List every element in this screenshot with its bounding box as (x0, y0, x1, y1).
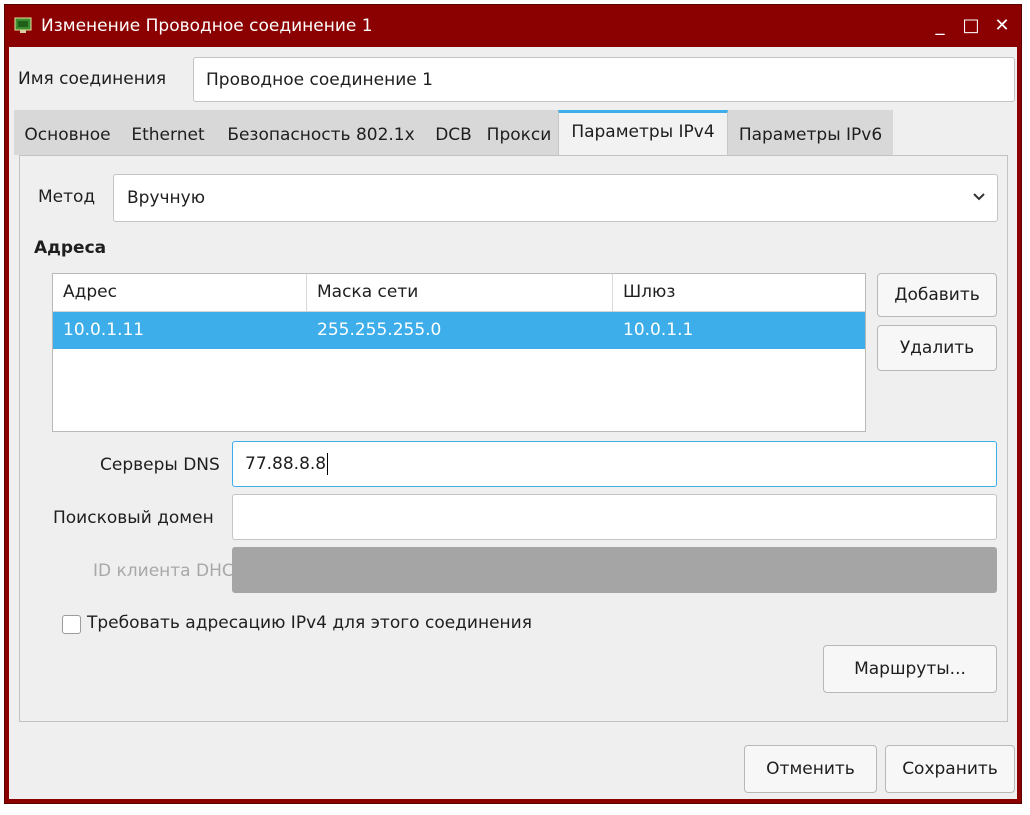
delete-address-button[interactable]: Удалить (877, 325, 997, 371)
method-select[interactable]: Вручную (113, 174, 998, 222)
window-title: Изменение Проводное соединение 1 (41, 16, 373, 36)
minimize-icon[interactable]: _ (927, 13, 953, 39)
dns-servers-label: Серверы DNS (100, 455, 220, 475)
tab-security-8021x[interactable]: Безопасность 802.1x (215, 110, 427, 155)
dhcp-client-id-label: ID клиента DHCP (93, 561, 244, 581)
cell-gateway[interactable]: 10.0.1.1 (613, 312, 865, 349)
require-ipv4-checkbox[interactable] (62, 615, 81, 634)
column-header-gateway[interactable]: Шлюз (613, 274, 865, 311)
title-bar[interactable]: Изменение Проводное соединение 1 _ □ ✕ (5, 5, 1021, 47)
cell-netmask[interactable]: 255.255.255.0 (307, 312, 613, 349)
save-button[interactable]: Сохранить (885, 745, 1015, 793)
dns-servers-input[interactable]: 77.88.8.8 (232, 441, 997, 487)
column-header-address[interactable]: Адрес (53, 274, 307, 311)
cell-address[interactable]: 10.0.1.11 (53, 312, 307, 349)
tab-ipv4-settings[interactable]: Параметры IPv4 (558, 110, 728, 155)
method-label: Метод (38, 187, 96, 207)
close-icon[interactable]: ✕ (989, 13, 1015, 39)
addresses-section-title: Адреса (34, 238, 107, 258)
addresses-table: Адрес Маска сети Шлюз 10.0.1.11 255.255.… (52, 273, 866, 432)
dns-servers-value: 77.88.8.8 (245, 454, 327, 474)
connection-name-input[interactable]: Проводное соединение 1 (193, 57, 1015, 102)
cancel-button[interactable]: Отменить (744, 745, 877, 793)
tab-ethernet[interactable]: Ethernet (121, 110, 215, 155)
column-header-netmask[interactable]: Маска сети (307, 274, 613, 311)
tab-dcb[interactable]: DCB (427, 110, 480, 155)
dialog-window: Изменение Проводное соединение 1 _ □ ✕ И… (4, 4, 1022, 804)
ipv4-settings-panel: Метод Вручную Адреса Адрес Маска сети Шл… (19, 155, 1008, 722)
connection-name-label: Имя соединения (18, 69, 167, 89)
chevron-down-icon (971, 188, 987, 204)
table-header: Адрес Маска сети Шлюз (53, 274, 865, 312)
maximize-icon[interactable]: □ (958, 13, 984, 39)
dialog-content: Имя соединения Проводное соединение 1 Ос… (9, 47, 1017, 799)
search-domain-label: Поисковый домен (53, 508, 214, 528)
tab-proxy[interactable]: Прокси (480, 110, 558, 155)
tab-general[interactable]: Основное (14, 110, 121, 155)
require-ipv4-label[interactable]: Требовать адресацию IPv4 для этого соеди… (87, 613, 532, 633)
add-address-button[interactable]: Добавить (877, 273, 997, 317)
dhcp-client-id-input (232, 547, 997, 593)
method-select-value: Вручную (127, 188, 206, 208)
tab-ipv6-settings[interactable]: Параметры IPv6 (728, 110, 893, 155)
network-app-icon (14, 17, 32, 34)
table-row[interactable]: 10.0.1.11 255.255.255.0 10.0.1.1 (53, 312, 865, 349)
routes-button[interactable]: Маршруты... (823, 645, 997, 693)
text-cursor (327, 453, 329, 475)
search-domain-input[interactable] (232, 494, 997, 540)
